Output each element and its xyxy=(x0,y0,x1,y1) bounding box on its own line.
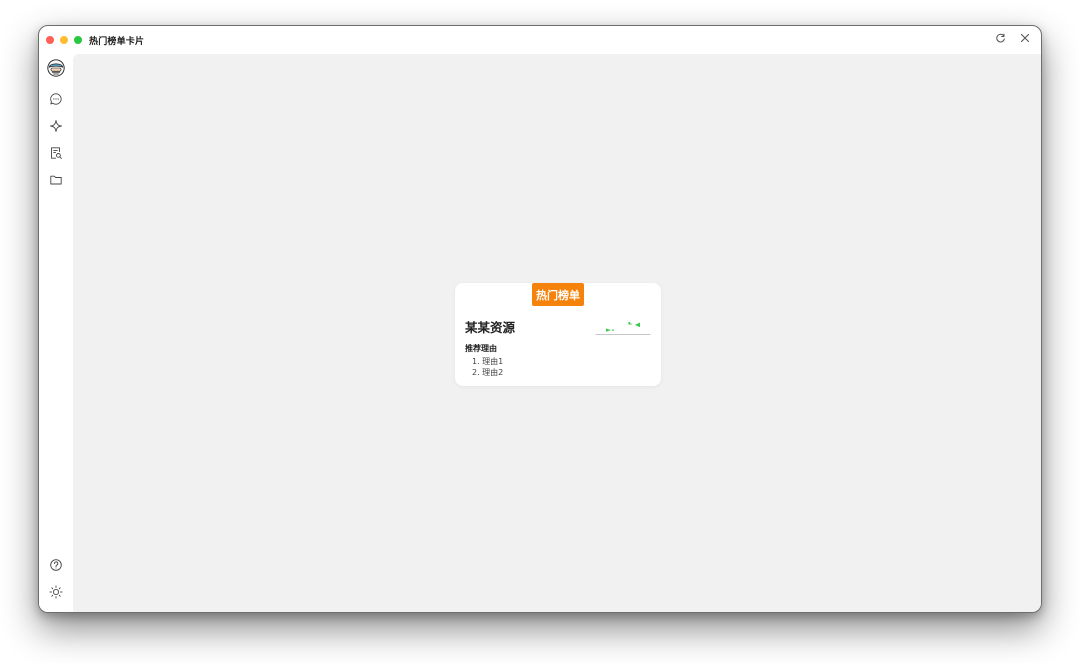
folder-icon[interactable] xyxy=(47,171,65,189)
close-icon[interactable] xyxy=(1019,32,1031,44)
reason-item: 1. 理由1 xyxy=(472,357,504,366)
title-bar: 热门榜单卡片 xyxy=(39,26,1041,54)
help-icon[interactable] xyxy=(47,556,65,574)
sidebar xyxy=(39,54,73,612)
minimize-window-button[interactable] xyxy=(60,36,68,44)
bowtie-decoration-icon xyxy=(595,322,651,335)
chat-icon[interactable] xyxy=(47,90,65,108)
refresh-icon[interactable] xyxy=(994,32,1006,44)
app-window: 热门榜单卡片 热门榜单 某某资源 推荐理由 1. 理由1 2. 理由2 xyxy=(38,25,1042,613)
theme-sun-icon[interactable] xyxy=(47,583,65,601)
reason-heading: 推荐理由 xyxy=(465,344,497,353)
reason-list: 1. 理由1 2. 理由2 xyxy=(472,356,503,378)
close-window-button[interactable] xyxy=(46,36,54,44)
traffic-lights xyxy=(46,36,82,44)
avatar[interactable] xyxy=(47,59,65,77)
hot-list-card[interactable]: 热门榜单 某某资源 推荐理由 1. 理由1 2. 理由2 xyxy=(455,283,661,386)
card-title: 某某资源 xyxy=(465,320,516,335)
window-title: 热门榜单卡片 xyxy=(89,36,145,47)
window-actions xyxy=(994,32,1031,44)
reason-item: 2. 理由2 xyxy=(472,368,504,377)
settings-icon[interactable] xyxy=(47,610,65,612)
document-search-icon[interactable] xyxy=(47,144,65,162)
main-canvas: 热门榜单 某某资源 推荐理由 1. 理由1 2. 理由2 xyxy=(73,54,1041,612)
maximize-window-button[interactable] xyxy=(74,36,82,44)
hot-list-badge: 热门榜单 xyxy=(532,283,584,306)
sparkle-icon[interactable] xyxy=(47,117,65,135)
